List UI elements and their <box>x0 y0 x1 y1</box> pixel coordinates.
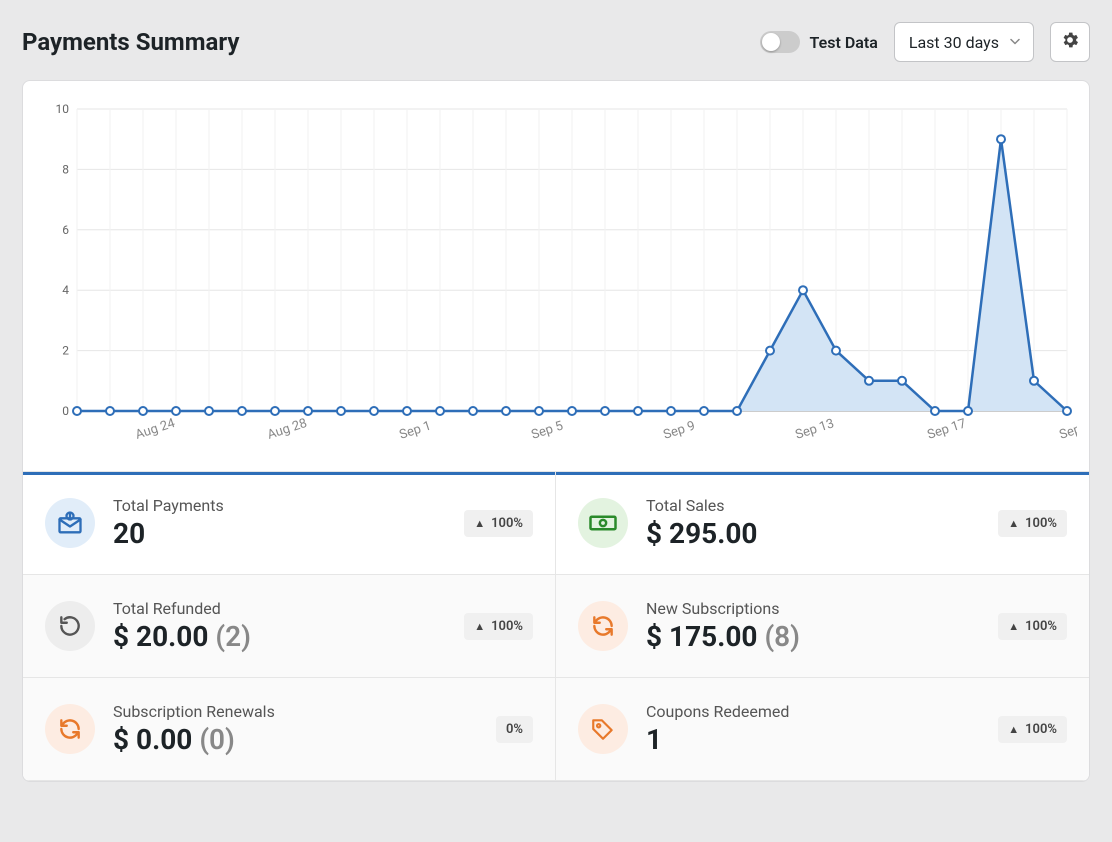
metric-value: 20 <box>113 517 446 550</box>
undo-icon <box>45 601 95 651</box>
svg-text:10: 10 <box>56 102 70 116</box>
svg-text:Sep 9: Sep 9 <box>662 419 698 443</box>
metric-value: $ 20.00 (2) <box>113 620 446 653</box>
gear-icon <box>1060 30 1080 54</box>
metric-card-subscription_renewals[interactable]: Subscription Renewals $ 0.00 (0) 0% <box>23 678 556 781</box>
metric-value: $ 0.00 (0) <box>113 723 478 756</box>
svg-text:Sep 13: Sep 13 <box>794 416 836 443</box>
metric-label: New Subscriptions <box>646 599 980 618</box>
metric-label: Total Payments <box>113 496 446 515</box>
payments-chart[interactable]: 0 2 4 6 8 10 Aug 24 Aug 28 Sep 1 Sep 5 Sep 9 Sep 13… <box>23 81 1089 471</box>
metric-text: Coupons Redeemed 1 <box>646 702 980 756</box>
date-range-select[interactable]: Last 30 days <box>894 22 1034 62</box>
date-range-value: Last 30 days <box>909 33 999 52</box>
metric-card-coupons_redeemed[interactable]: Coupons Redeemed 1 ▲100% <box>556 678 1089 781</box>
svg-text:Sep 5: Sep 5 <box>530 419 566 443</box>
page-title: Payments Summary <box>22 28 744 56</box>
metric-value: $ 175.00 (8) <box>646 620 980 653</box>
cash-icon <box>578 498 628 548</box>
metric-card-total_payments[interactable]: Total Payments 20 ▲100% <box>23 472 556 575</box>
metric-text: Total Refunded $ 20.00 (2) <box>113 599 446 653</box>
svg-text:Aug 24: Aug 24 <box>134 416 178 443</box>
test-data-toggle-wrap: Test Data <box>760 31 878 53</box>
payments-panel: 0 2 4 6 8 10 Aug 24 Aug 28 Sep 1 Sep 5 Sep 9 Sep 13… <box>22 80 1090 782</box>
metric-label: Total Refunded <box>113 599 446 618</box>
svg-text:0: 0 <box>62 404 69 418</box>
header: Payments Summary Test Data Last 30 days <box>0 0 1112 80</box>
refresh-icon <box>45 704 95 754</box>
metric-card-total_sales[interactable]: Total Sales $ 295.00 ▲100% <box>556 472 1089 575</box>
metric-text: New Subscriptions $ 175.00 (8) <box>646 599 980 653</box>
metric-delta: ▲100% <box>998 510 1067 537</box>
metric-delta: ▲100% <box>998 716 1067 743</box>
svg-text:Sep 17: Sep 17 <box>926 416 968 443</box>
svg-text:Sep 21: Sep 21 <box>1058 416 1077 443</box>
chevron-down-icon <box>1009 33 1021 52</box>
svg-text:2: 2 <box>62 344 69 358</box>
metric-cards: Total Payments 20 ▲100% Total Sales $ 295.0… <box>23 471 1089 781</box>
svg-text:4: 4 <box>62 283 69 297</box>
money-envelope-icon <box>45 498 95 548</box>
metric-delta: ▲100% <box>464 510 533 537</box>
metric-label: Total Sales <box>646 496 980 515</box>
metric-value: $ 295.00 <box>646 517 980 550</box>
metric-text: Total Payments 20 <box>113 496 446 550</box>
test-data-label: Test Data <box>810 33 878 52</box>
metric-delta: 0% <box>496 716 533 743</box>
metric-label: Subscription Renewals <box>113 702 478 721</box>
test-data-toggle[interactable] <box>760 31 800 53</box>
metric-card-total_refunded[interactable]: Total Refunded $ 20.00 (2) ▲100% <box>23 575 556 678</box>
tag-icon <box>578 704 628 754</box>
svg-text:Sep 1: Sep 1 <box>398 419 434 443</box>
settings-button[interactable] <box>1050 22 1090 62</box>
metric-text: Subscription Renewals $ 0.00 (0) <box>113 702 478 756</box>
svg-text:6: 6 <box>62 223 69 237</box>
metric-label: Coupons Redeemed <box>646 702 980 721</box>
metric-delta: ▲100% <box>464 613 533 640</box>
metric-delta: ▲100% <box>998 613 1067 640</box>
metric-value: 1 <box>646 723 980 756</box>
svg-text:Aug 28: Aug 28 <box>266 416 309 443</box>
refresh-icon <box>578 601 628 651</box>
metric-card-new_subscriptions[interactable]: New Subscriptions $ 175.00 (8) ▲100% <box>556 575 1089 678</box>
svg-text:8: 8 <box>62 162 69 176</box>
metric-text: Total Sales $ 295.00 <box>646 496 980 550</box>
